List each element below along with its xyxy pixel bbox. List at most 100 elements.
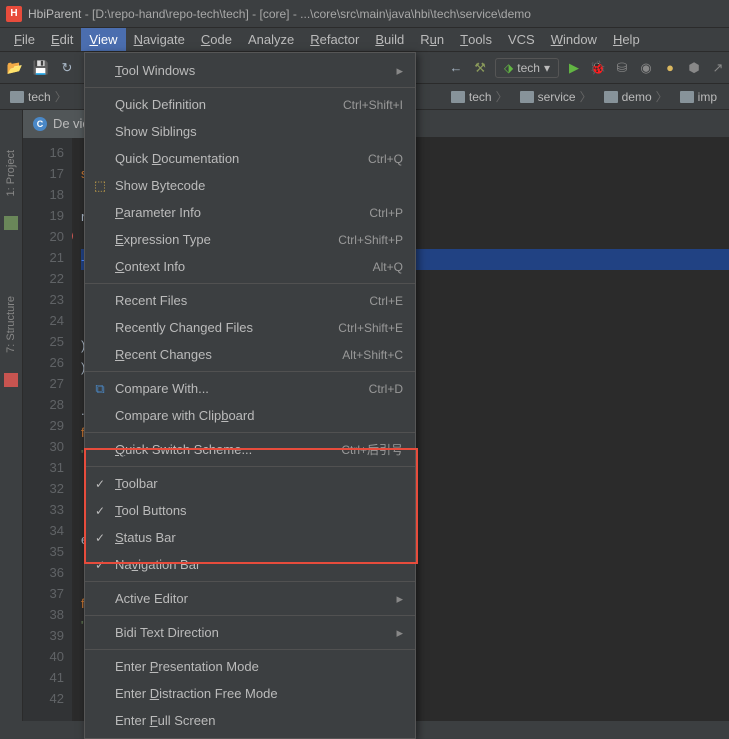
attach-icon[interactable]: ⬢: [685, 59, 703, 77]
bytecode-icon: ⬚: [93, 179, 107, 193]
menu-edit[interactable]: Edit: [43, 28, 81, 51]
line-number: 39: [23, 625, 64, 646]
menu-item-recently-changed-files[interactable]: Recently Changed FilesCtrl+Shift+E: [85, 314, 415, 341]
menu-item-recent-files[interactable]: Recent FilesCtrl+E: [85, 287, 415, 314]
menu-navigate[interactable]: Navigate: [126, 28, 193, 51]
menu-separator: [85, 581, 415, 582]
line-number: 32: [23, 478, 64, 499]
line-number: 30: [23, 436, 64, 457]
run-icon[interactable]: ▶: [565, 59, 583, 77]
check-icon: [93, 504, 107, 518]
line-number: 25: [23, 331, 64, 352]
menu-item-quick-documentation[interactable]: Quick DocumentationCtrl+Q: [85, 145, 415, 172]
menu-view[interactable]: View: [81, 28, 125, 51]
menu-item-toolbar[interactable]: Toolbar: [85, 470, 415, 497]
menu-help[interactable]: Help: [605, 28, 648, 51]
menu-item-expression-type[interactable]: Expression TypeCtrl+Shift+P: [85, 226, 415, 253]
line-number: 19: [23, 205, 64, 226]
menu-item-compare-with-[interactable]: ⧉Compare With...Ctrl+D: [85, 375, 415, 402]
menu-item-status-bar[interactable]: Status Bar: [85, 524, 415, 551]
line-number: 42: [23, 688, 64, 709]
menu-code[interactable]: Code: [193, 28, 240, 51]
line-number: 26: [23, 352, 64, 373]
hammer-icon[interactable]: ⚒: [471, 59, 489, 77]
menu-separator: [85, 87, 415, 88]
project-icon[interactable]: [4, 216, 18, 230]
menu-separator: [85, 432, 415, 433]
line-number: 24: [23, 310, 64, 331]
menu-refactor[interactable]: Refactor: [302, 28, 367, 51]
sidebar-tab-project[interactable]: 1: Project: [3, 146, 19, 200]
folder-icon: [680, 91, 694, 103]
line-number: 27: [23, 373, 64, 394]
line-number: 16: [23, 142, 64, 163]
menu-item-context-info[interactable]: Context InfoAlt+Q: [85, 253, 415, 280]
line-number: 33: [23, 499, 64, 520]
menu-item-enter-distraction-free-mode[interactable]: Enter Distraction Free Mode: [85, 680, 415, 707]
menu-separator: [85, 283, 415, 284]
line-number: 21: [23, 247, 64, 268]
menu-separator: [85, 615, 415, 616]
coverage-icon[interactable]: ⛁: [613, 59, 631, 77]
structure-icon[interactable]: [4, 373, 18, 387]
back-icon[interactable]: ←: [447, 59, 465, 77]
line-number: 18: [23, 184, 64, 205]
menu-item-navigation-bar[interactable]: Navigation Bar: [85, 551, 415, 578]
refresh-icon[interactable]: ↻: [58, 59, 76, 77]
menu-bar: FileEditViewNavigateCodeAnalyzeRefactorB…: [0, 28, 729, 52]
menu-item-quick-definition[interactable]: Quick DefinitionCtrl+Shift+I: [85, 91, 415, 118]
breadcrumb-item[interactable]: demo: [600, 86, 676, 108]
folder-icon: [451, 91, 465, 103]
menu-run[interactable]: Run: [412, 28, 452, 51]
check-icon: [93, 531, 107, 545]
menu-item-show-bytecode[interactable]: ⬚Show Bytecode: [85, 172, 415, 199]
menu-separator: [85, 371, 415, 372]
window-title: HbiParent - [D:\repo-hand\repo-tech\tech…: [28, 7, 531, 21]
menu-build[interactable]: Build: [367, 28, 412, 51]
git-icon[interactable]: ↗: [709, 59, 727, 77]
debug-icon[interactable]: 🐞: [589, 59, 607, 77]
line-number: 22: [23, 268, 64, 289]
class-icon: C: [33, 117, 47, 131]
folder-icon: [520, 91, 534, 103]
stop-icon[interactable]: ●: [661, 59, 679, 77]
menu-file[interactable]: File: [6, 28, 43, 51]
breadcrumb-item[interactable]: service: [516, 86, 600, 108]
breadcrumb-item[interactable]: tech: [6, 86, 75, 108]
menu-item-tool-buttons[interactable]: Tool Buttons: [85, 497, 415, 524]
profile-icon[interactable]: ◉: [637, 59, 655, 77]
menu-item-compare-with-clipboard[interactable]: Compare with Clipboard: [85, 402, 415, 429]
menu-vcs[interactable]: VCS: [500, 28, 543, 51]
breadcrumb-item[interactable]: tech: [447, 86, 516, 108]
line-number: 40: [23, 646, 64, 667]
line-number: 41: [23, 667, 64, 688]
line-number: 36: [23, 562, 64, 583]
editor-tab[interactable]: C De: [23, 110, 80, 138]
run-config-selector[interactable]: ⬗tech▾: [495, 58, 559, 78]
line-number: 35: [23, 541, 64, 562]
title-bar: H HbiParent - [D:\repo-hand\repo-tech\te…: [0, 0, 729, 28]
menu-item-quick-switch-scheme-[interactable]: Quick Switch Scheme...Ctrl+后引号: [85, 436, 415, 463]
sidebar-tab-structure[interactable]: 7: Structure: [3, 292, 19, 357]
open-icon[interactable]: 📂: [6, 59, 24, 77]
app-icon: H: [6, 6, 22, 22]
menu-item-parameter-info[interactable]: Parameter InfoCtrl+P: [85, 199, 415, 226]
menu-analyze[interactable]: Analyze: [240, 28, 302, 51]
line-number: 37: [23, 583, 64, 604]
menu-item-active-editor[interactable]: Active Editor▸: [85, 585, 415, 612]
menu-window[interactable]: Window: [543, 28, 605, 51]
menu-tools[interactable]: Tools: [452, 28, 500, 51]
menu-item-bidi-text-direction[interactable]: Bidi Text Direction▸: [85, 619, 415, 646]
menu-item-enter-presentation-mode[interactable]: Enter Presentation Mode: [85, 653, 415, 680]
menu-item-show-siblings[interactable]: Show Siblings: [85, 118, 415, 145]
check-icon: [93, 477, 107, 491]
breadcrumb-item[interactable]: imp: [676, 86, 729, 108]
menu-item-tool-windows[interactable]: Tool Windows▸: [85, 57, 415, 84]
view-menu-dropdown: Tool Windows▸ Quick DefinitionCtrl+Shift+…: [84, 52, 416, 739]
menu-item-recent-changes[interactable]: Recent ChangesAlt+Shift+C: [85, 341, 415, 368]
line-number: 34: [23, 520, 64, 541]
diff-icon: ⧉: [93, 382, 107, 396]
line-number: 28: [23, 394, 64, 415]
save-all-icon[interactable]: 💾: [32, 59, 50, 77]
menu-separator: [85, 466, 415, 467]
